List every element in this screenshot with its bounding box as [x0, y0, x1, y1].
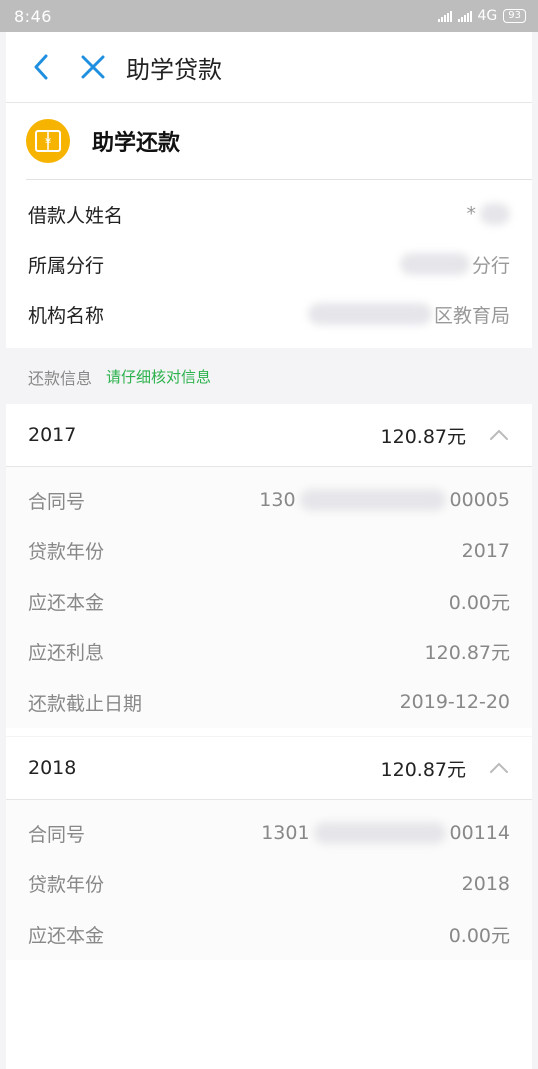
loan-amount: 120.87元	[380, 425, 466, 448]
branch-label: 所属分行	[28, 254, 105, 277]
loan-card-2018: 2018 120.87元 合同号 1301 00114 贷款年份 2018 应还本…	[6, 737, 532, 1069]
nav-bar: 助学贷款	[6, 32, 532, 103]
repayment-section-header: 还款信息 请仔细核对信息	[6, 349, 532, 404]
branch-row: 所属分行 分行	[6, 239, 532, 289]
loan-amount: 120.87元	[380, 758, 466, 781]
due-date-label: 还款截止日期	[28, 692, 143, 715]
interest-row: 应还利息 120.87元	[6, 627, 532, 678]
signal-icon	[437, 10, 452, 22]
loan-year: 2018	[28, 757, 77, 779]
page-title: 助学贷款	[126, 55, 222, 84]
status-bar: 8:46 4G 93	[0, 0, 538, 32]
principal-row: 应还本金 0.00元	[6, 909, 532, 960]
card-header: ¥ 助学还款	[26, 103, 532, 180]
contract-prefix: 1301	[261, 822, 310, 845]
borrower-name-label: 借款人姓名	[28, 204, 124, 227]
interest-label: 应还利息	[28, 642, 105, 665]
loan-year: 2017	[28, 424, 77, 446]
borrower-name-row: 借款人姓名 *	[6, 189, 532, 239]
close-button[interactable]	[72, 46, 114, 88]
chevron-up-icon[interactable]	[488, 428, 510, 442]
loan-year-value: 2017	[461, 539, 510, 562]
branch-value-wrap: 分行	[399, 251, 510, 278]
borrower-name-value: *	[466, 203, 477, 225]
institution-value-wrap: 区教育局	[307, 301, 510, 328]
due-date-value: 2019-12-20	[399, 691, 510, 714]
svg-text:¥: ¥	[45, 137, 51, 148]
loan-year-row: 贷款年份 2018	[6, 859, 532, 910]
loan-year-value: 2018	[461, 872, 510, 895]
institution-row: 机构名称 区教育局	[6, 289, 532, 339]
principal-value: 0.00元	[448, 924, 510, 947]
redacted-block	[307, 303, 432, 325]
status-time: 8:46	[14, 6, 52, 26]
contract-suffix: 00114	[449, 822, 510, 845]
interest-value: 120.87元	[424, 642, 510, 665]
chevron-left-icon	[34, 54, 48, 80]
principal-label: 应还本金	[28, 924, 105, 947]
redacted-block	[313, 822, 446, 845]
branch-value: 分行	[471, 254, 510, 277]
loan-details: 合同号 130 00005 贷款年份 2017 应还本金 0.00元 应还利息 1…	[6, 467, 532, 728]
principal-row: 应还本金 0.00元	[6, 576, 532, 627]
signal-icon-2	[457, 10, 472, 22]
contract-value: 130 00005	[259, 489, 510, 512]
due-date-row: 还款截止日期 2019-12-20	[6, 677, 532, 728]
redacted-block	[480, 203, 510, 225]
redacted-block	[299, 489, 446, 512]
contract-row: 合同号 1301 00114	[6, 808, 532, 859]
redacted-block	[399, 253, 470, 275]
contract-suffix: 00005	[449, 489, 510, 512]
battery-icon: 93	[503, 9, 526, 23]
section-hint: 请仔细核对信息	[106, 368, 212, 386]
institution-label: 机构名称	[28, 304, 105, 327]
contract-row: 合同号 130 00005	[6, 475, 532, 526]
repayment-logo-icon: ¥	[26, 119, 70, 163]
status-indicators: 4G 93	[437, 8, 526, 24]
loan-year-label: 贷款年份	[28, 874, 105, 897]
loan-card-2017: 2017 120.87元 合同号 130 00005 贷款年份 2017 应还本金…	[6, 404, 532, 736]
loan-year-row: 贷款年份 2017	[6, 526, 532, 577]
section-label: 还款信息	[28, 368, 93, 388]
back-button[interactable]	[20, 46, 62, 88]
network-label: 4G	[477, 8, 498, 24]
loan-header[interactable]: 2018 120.87元	[6, 737, 532, 800]
loan-header[interactable]: 2017 120.87元	[6, 404, 532, 467]
card-title: 助学还款	[92, 131, 181, 156]
contract-prefix: 130	[259, 489, 296, 512]
principal-value: 0.00元	[448, 591, 510, 614]
borrower-name-value-wrap: *	[466, 203, 510, 225]
loan-year-label: 贷款年份	[28, 541, 105, 564]
contract-label: 合同号	[28, 823, 86, 846]
contract-value: 1301 00114	[261, 822, 510, 845]
institution-value: 区教育局	[433, 304, 510, 327]
contract-label: 合同号	[28, 490, 86, 513]
close-icon	[81, 55, 105, 79]
borrower-card: ¥ 助学还款 借款人姓名 * 所属分行 分行 机构名称 区教育局	[6, 103, 532, 348]
chevron-up-icon[interactable]	[488, 761, 510, 775]
principal-label: 应还本金	[28, 591, 105, 614]
